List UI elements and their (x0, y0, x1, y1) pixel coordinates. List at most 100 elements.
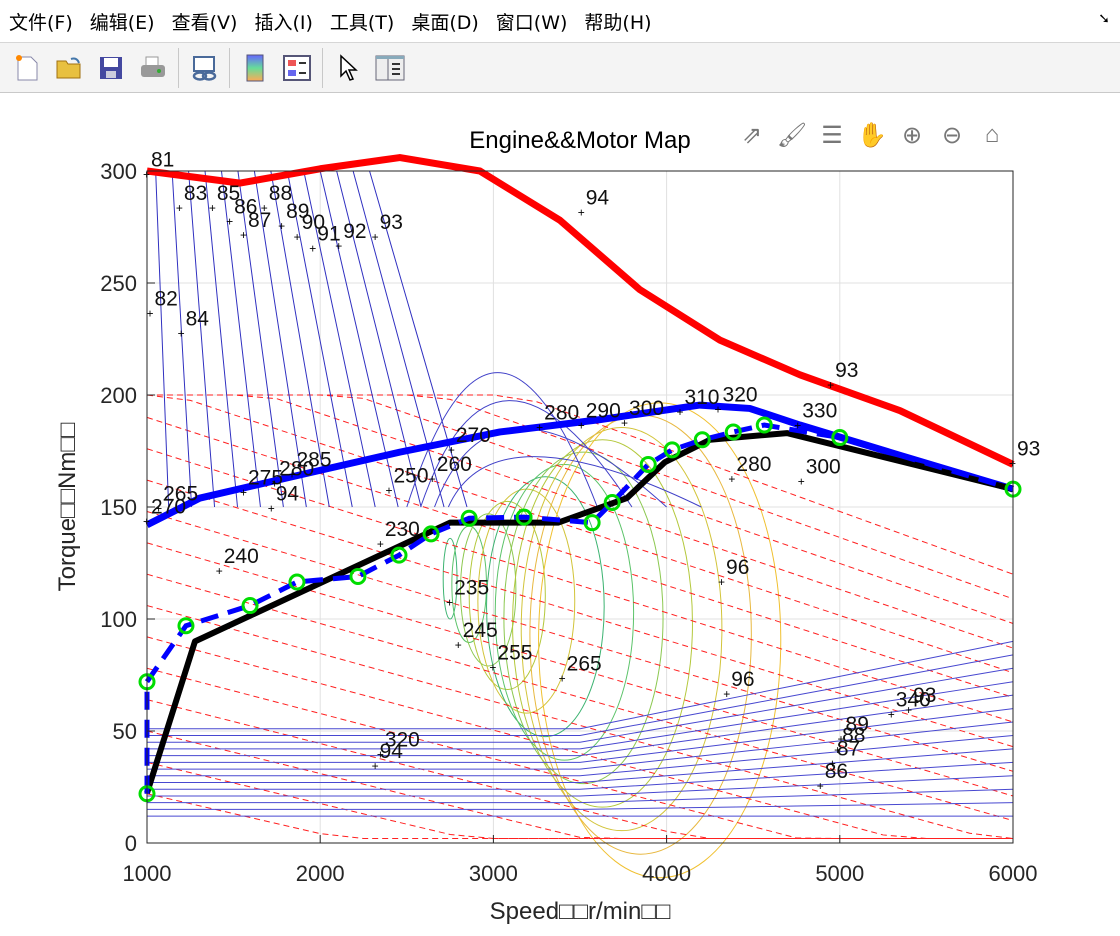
x-tick-label: 4000 (642, 861, 691, 886)
chart-figure[interactable]: Engine&&Motor Map +81+83+85+86+87+88+89+… (0, 95, 1120, 936)
contour-label-marker: + (146, 306, 153, 320)
menu-item[interactable]: 查看(V) (163, 8, 246, 35)
contour-label-marker: + (178, 327, 185, 341)
menu-item[interactable]: 插入(I) (245, 8, 320, 35)
contour-label-marker: + (261, 201, 268, 215)
toolbar-separator (322, 47, 323, 88)
contour-label-marker: + (385, 483, 392, 497)
contour-label-marker: + (429, 472, 436, 486)
contour-label: 96 (726, 556, 749, 579)
link-plot-icon[interactable] (188, 52, 220, 84)
contour-label-marker: + (377, 537, 384, 551)
toolbar-separator (178, 47, 179, 88)
contour-label-marker: + (827, 378, 834, 392)
contour-label: 94 (276, 482, 300, 505)
contour-label-marker: + (817, 779, 824, 793)
contour-label-marker: + (216, 564, 223, 578)
contour-label-marker: + (240, 228, 247, 242)
contour-label: 84 (186, 308, 210, 331)
contour-label-marker: + (621, 416, 628, 430)
y-tick-label: 50 (113, 719, 137, 744)
contour-label-marker: + (294, 230, 301, 244)
colorbar-icon[interactable] (239, 52, 271, 84)
edit-plot-pointer-icon[interactable] (332, 52, 364, 84)
contour-label: 93 (913, 684, 936, 707)
menu-item[interactable]: 编辑(E) (81, 8, 163, 35)
contour-label: 290 (586, 399, 621, 422)
contour-label: 300 (629, 397, 664, 420)
dock-arrow-icon[interactable]: ➘ (1098, 10, 1110, 27)
print-icon[interactable] (137, 52, 169, 84)
y-axis-label: Torque□□Nm□□ (54, 422, 81, 591)
contour-label: 300 (806, 455, 841, 478)
contour-label: 96 (731, 668, 754, 691)
contour-label-marker: + (838, 732, 845, 746)
x-axis-label: Speed□□r/min□□ (490, 898, 671, 925)
toolbar-separator (229, 47, 230, 88)
x-tick-label: 1000 (123, 861, 172, 886)
contour-label-marker: + (288, 468, 295, 482)
contour-label: 255 (497, 641, 532, 664)
contour-label-marker: + (455, 638, 462, 652)
contour-label: 93 (1017, 437, 1040, 460)
y-tick-label: 0 (125, 831, 137, 856)
new-figure-icon[interactable] (11, 52, 43, 84)
contour-label: 89 (846, 713, 869, 736)
menu-bar: 文件(F) 编辑(E) 查看(V) 插入(I) 工具(T) 桌面(D) 窗口(W) 帮助(H) (0, 0, 1120, 43)
contour-label: 94 (380, 740, 404, 763)
contour-label-marker: + (798, 474, 805, 488)
legend-icon[interactable] (281, 52, 313, 84)
menu-item[interactable]: 文件(F) (0, 8, 81, 35)
contour-label-marker: + (559, 672, 566, 686)
menu-item[interactable]: 窗口(W) (487, 8, 576, 35)
contour-label: 320 (723, 384, 758, 407)
contour-label: 265 (567, 653, 602, 676)
contour-label-marker: + (240, 486, 247, 500)
y-tick-label: 300 (100, 159, 137, 184)
contour-label-marker: + (578, 418, 585, 432)
open-file-icon[interactable] (53, 52, 85, 84)
contour-label-marker: + (794, 418, 801, 432)
y-tick-label: 100 (100, 607, 137, 632)
contour-label-marker: + (271, 477, 278, 491)
x-tick-label: 5000 (815, 861, 864, 886)
contour-label: 93 (835, 359, 858, 382)
contour-label: 83 (184, 182, 207, 205)
property-inspector-icon[interactable] (374, 52, 406, 84)
contour-label: 230 (385, 518, 420, 541)
save-icon[interactable] (95, 52, 127, 84)
contour-label: 285 (296, 449, 331, 472)
y-tick-label: 200 (100, 383, 137, 408)
contour-label: 280 (736, 453, 771, 476)
contour-label-marker: + (309, 241, 316, 255)
contour-label: 81 (151, 149, 174, 172)
x-tick-label: 3000 (469, 861, 518, 886)
menu-item[interactable]: 工具(T) (321, 8, 402, 35)
contour-label: 87 (248, 209, 271, 232)
contour-label-marker: + (176, 201, 183, 215)
contour-label: 82 (154, 287, 177, 310)
contour-label-marker: + (829, 757, 836, 771)
contour-label-marker: + (888, 707, 895, 721)
chart-title: Engine&&Motor Map (469, 127, 690, 154)
contour-label-marker: + (372, 230, 379, 244)
contour-label-marker: + (335, 239, 342, 253)
contour-label-marker: + (718, 575, 725, 589)
contour-label-marker: + (268, 501, 275, 515)
contour-label: 330 (802, 399, 837, 422)
contour-label-marker: + (209, 201, 216, 215)
contour-label: 240 (224, 545, 259, 568)
menu-item[interactable]: 帮助(H) (575, 8, 659, 35)
contour-label-marker: + (728, 472, 735, 486)
contour-label-marker: + (446, 595, 453, 609)
contour-label: 93 (380, 211, 403, 234)
contour-label: 94 (586, 187, 610, 210)
menu-item[interactable]: 桌面(D) (402, 8, 486, 35)
contour-label-marker: + (536, 421, 543, 435)
y-tick-label: 250 (100, 271, 137, 296)
contour-label-marker: + (226, 215, 233, 229)
contour-label: 245 (463, 619, 498, 642)
contour-label: 235 (454, 576, 489, 599)
contour-label-marker: + (676, 405, 683, 419)
x-tick-label: 6000 (989, 861, 1038, 886)
